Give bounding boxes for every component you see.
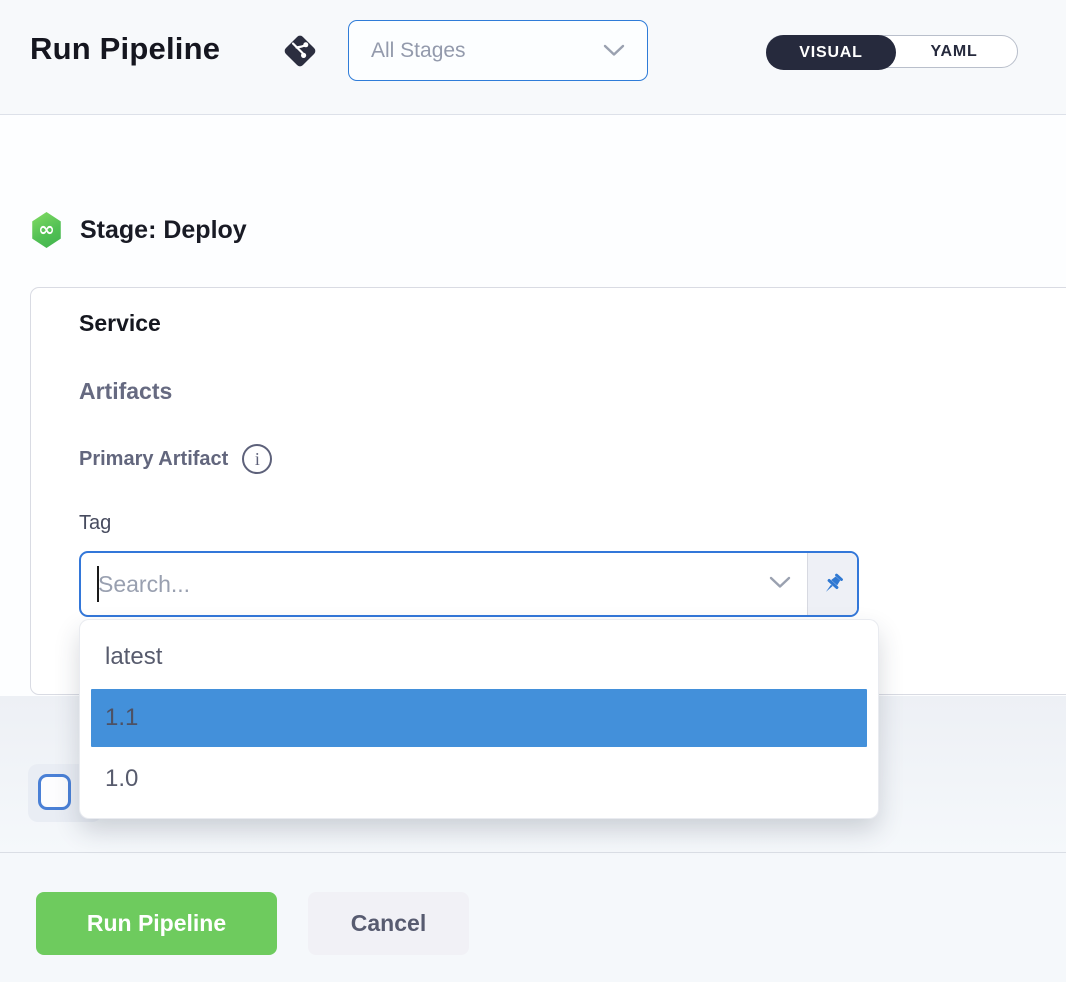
run-pipeline-dialog: Run Pipeline All Stages VISUAL YAML ∞ St…: [0, 0, 1066, 982]
primary-artifact-label: Primary Artifact: [79, 448, 228, 471]
primary-artifact-row: Primary Artifact i: [79, 444, 272, 474]
tag-dropdown-menu: latest 1.1 1.0: [80, 620, 878, 818]
toggle-yaml[interactable]: YAML: [891, 36, 1017, 68]
dropdown-option-1-1[interactable]: 1.1: [91, 689, 867, 747]
chevron-down-icon[interactable]: [769, 576, 791, 589]
stage-label: Stage: Deploy: [80, 216, 247, 245]
cd-stage-icon: ∞: [31, 212, 62, 248]
page-title: Run Pipeline: [30, 31, 220, 67]
stage-selector-dropdown[interactable]: All Stages: [348, 20, 648, 81]
cancel-button[interactable]: Cancel: [308, 892, 469, 955]
artifacts-heading: Artifacts: [79, 378, 172, 405]
info-icon[interactable]: i: [242, 444, 272, 474]
pin-toggle-button[interactable]: [807, 553, 857, 615]
tag-search-input[interactable]: [81, 553, 791, 615]
tag-select-field: [79, 551, 859, 617]
dropdown-option-latest[interactable]: latest: [80, 625, 878, 689]
stage-row: ∞ Stage: Deploy: [31, 212, 247, 248]
stage-selector-value: All Stages: [371, 39, 466, 63]
dialog-header: Run Pipeline All Stages VISUAL YAML: [0, 0, 1066, 115]
text-caret: [97, 566, 99, 602]
visual-yaml-toggle: VISUAL YAML: [766, 35, 1018, 68]
chevron-down-icon: [603, 44, 625, 57]
tag-label: Tag: [79, 512, 111, 535]
dropdown-option-1-0[interactable]: 1.0: [80, 747, 878, 811]
pin-icon: [820, 571, 846, 597]
toggle-visual[interactable]: VISUAL: [766, 35, 896, 70]
skip-checks-checkbox[interactable]: [38, 774, 71, 810]
run-pipeline-button[interactable]: Run Pipeline: [36, 892, 277, 955]
service-heading: Service: [79, 310, 161, 337]
dialog-footer: Run Pipeline Cancel: [0, 852, 1066, 982]
git-icon: [280, 31, 320, 71]
